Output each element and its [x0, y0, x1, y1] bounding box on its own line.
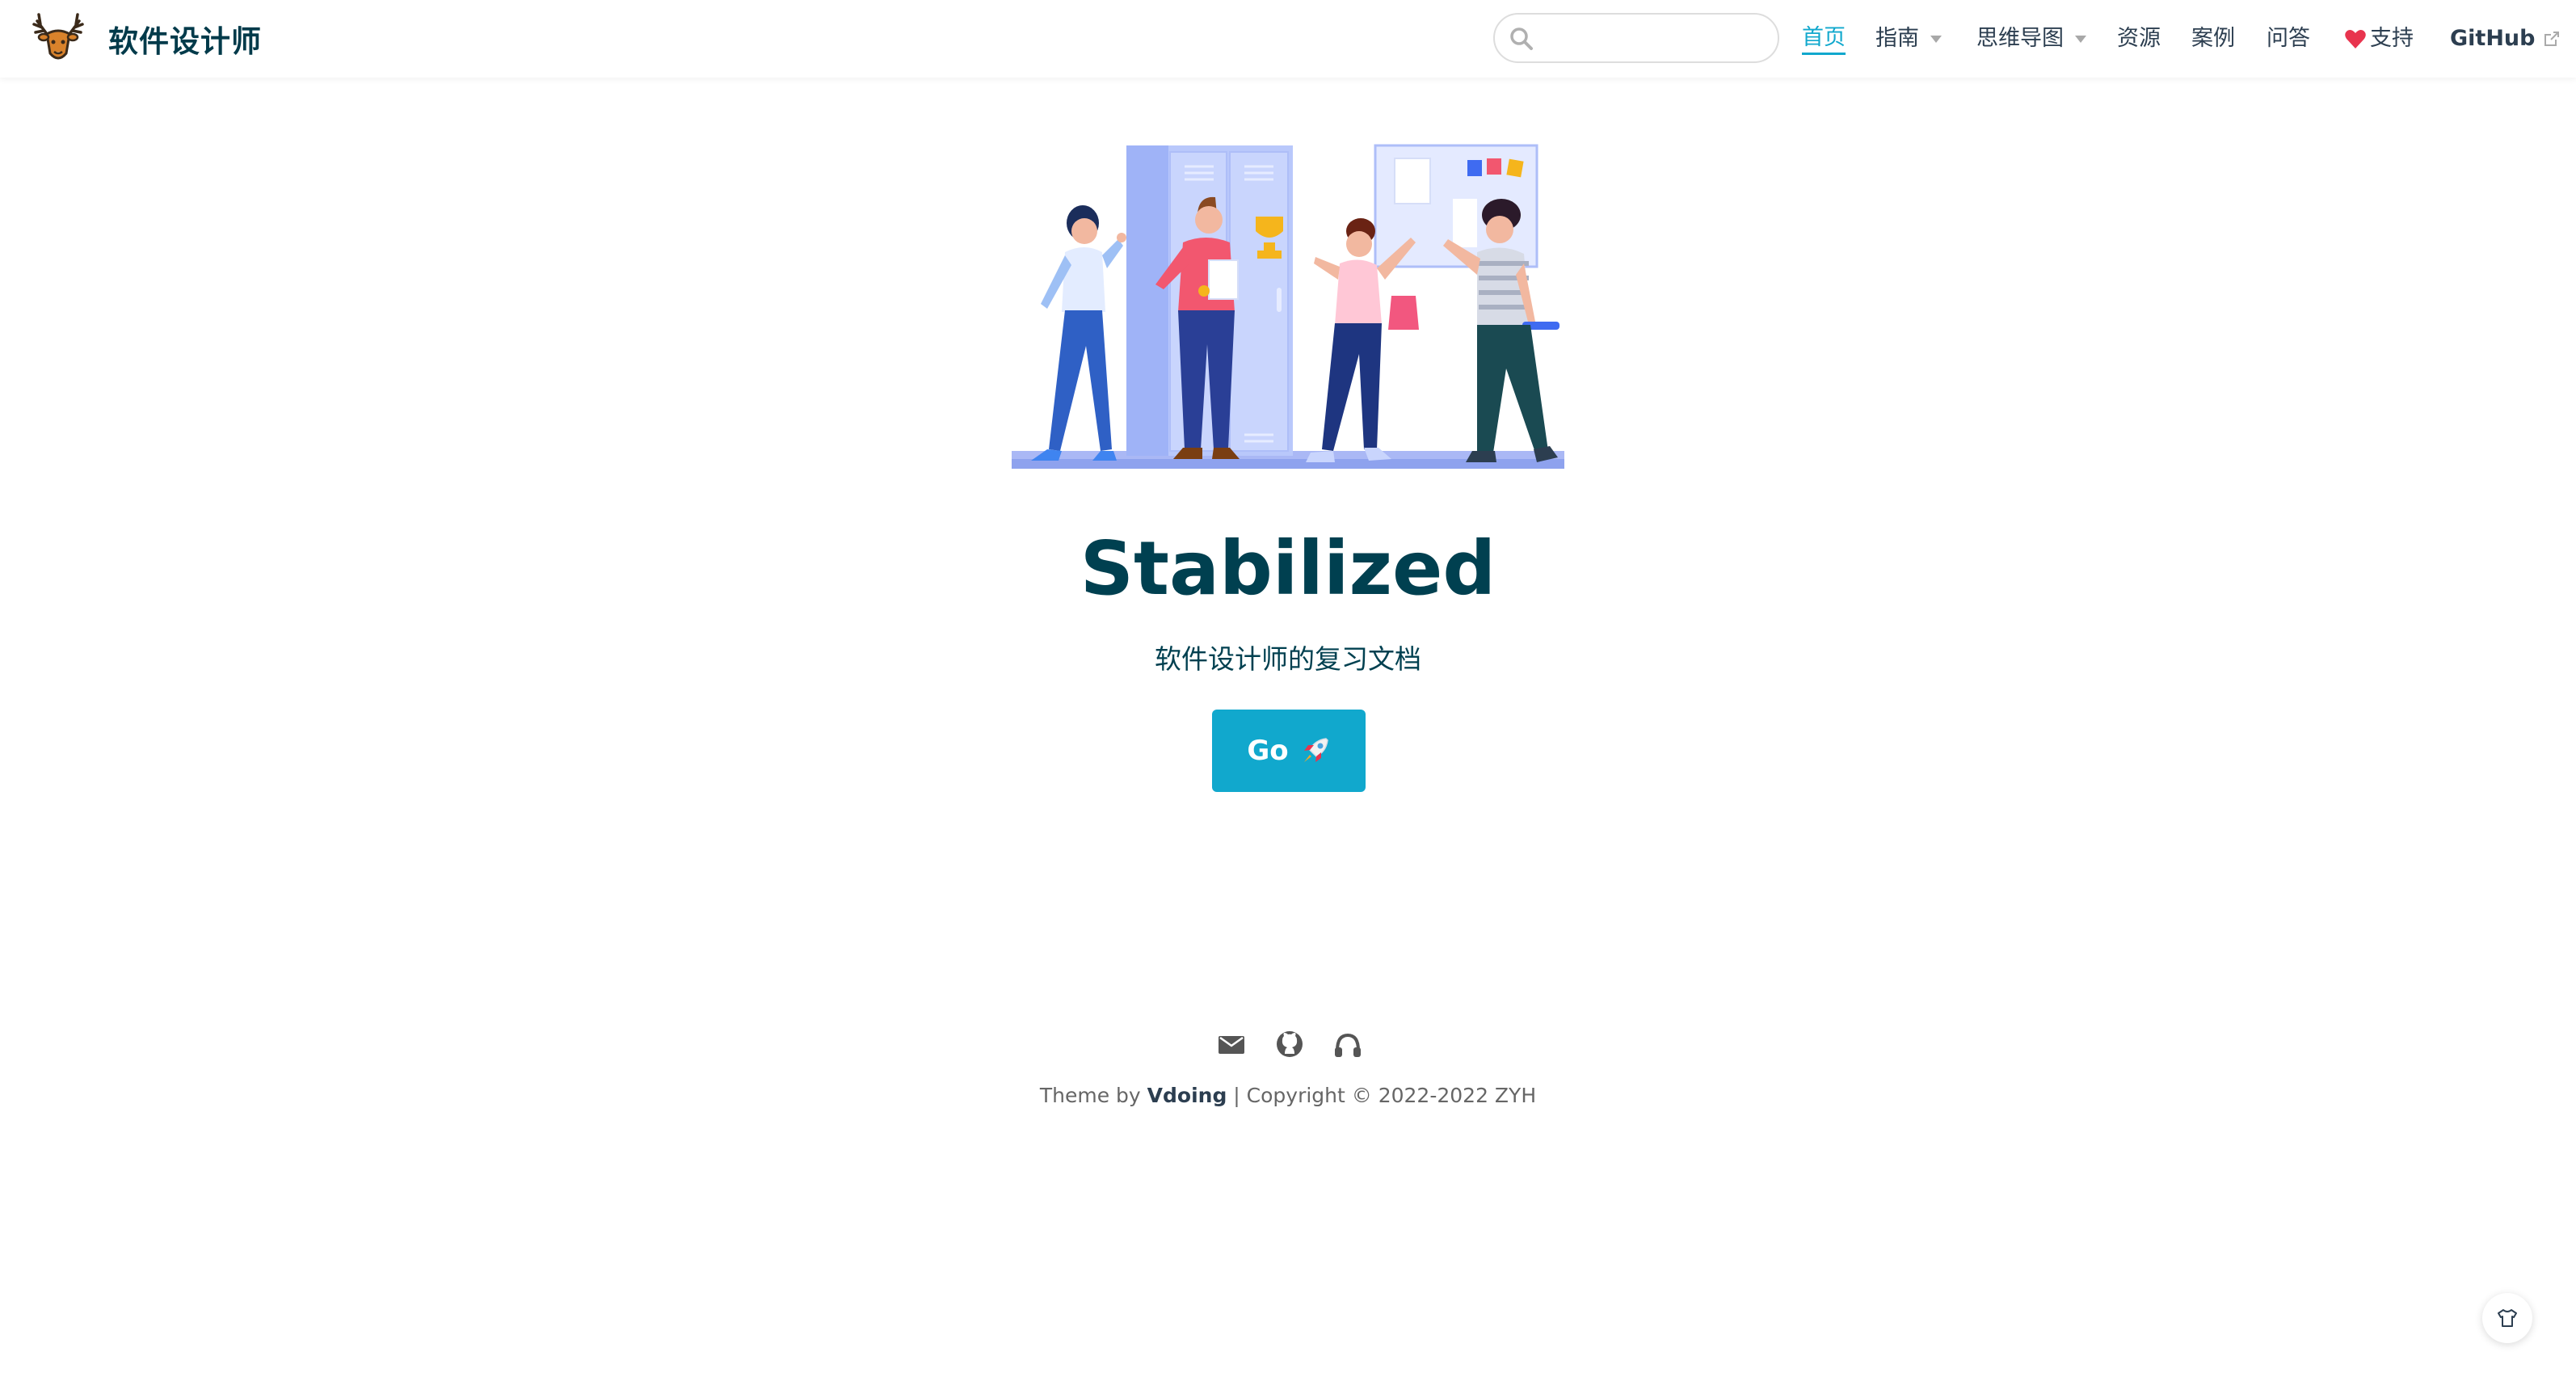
headphones-icon[interactable] [1332, 1028, 1364, 1060]
nav-item-cases[interactable]: 案例 [2191, 21, 2235, 57]
navbar: 软件设计师 首页 指南 思维导图 资源 案例 问答 支持 GitHub [0, 0, 2576, 78]
footer-copyright: Theme by Vdoing | Copyright © 2022-2022 … [0, 1080, 2576, 1112]
rocket-icon [1303, 738, 1328, 762]
footer-copyright-text: | Copyright © 2022-2022 ZYH [1233, 1084, 1537, 1107]
caret-down-icon [1930, 35, 1942, 43]
go-button-label: Go [1247, 735, 1289, 767]
site-title: 软件设计师 [108, 24, 262, 59]
footer-theme-prefix: Theme by [1039, 1084, 1141, 1107]
nav-item-label: 资源 [2117, 26, 2161, 51]
hero-illustration [1012, 144, 1564, 469]
nav-item-label: 支持 [2370, 26, 2414, 51]
github-icon[interactable] [1273, 1028, 1306, 1060]
mail-icon[interactable] [1215, 1028, 1248, 1060]
theme-shirt-icon [2498, 1309, 2517, 1327]
search-box[interactable] [1493, 13, 1779, 63]
heart-icon [2345, 30, 2366, 48]
nav-item-mindmap[interactable]: 思维导图 [1976, 21, 2086, 57]
brand-link[interactable]: 软件设计师 [29, 8, 262, 70]
search-icon [1510, 27, 1533, 50]
nav-item-guide[interactable]: 指南 [1875, 21, 1942, 57]
footer-social-icons [1212, 1028, 1366, 1064]
nav-item-resources[interactable]: 资源 [2117, 21, 2161, 57]
nav-item-label: 首页 [1802, 23, 1846, 55]
search-input[interactable] [1543, 21, 1770, 57]
hero-title: Stabilized [1080, 525, 1496, 612]
nav-item-home[interactable]: 首页 [1802, 21, 1846, 57]
nav-item-label: 问答 [2267, 26, 2310, 51]
nav-item-support[interactable]: 支持 [2344, 21, 2414, 57]
deer-logo-icon [32, 13, 84, 60]
theme-link[interactable]: Vdoing [1147, 1084, 1227, 1107]
theme-mode-button[interactable] [2482, 1293, 2532, 1343]
nav-item-github[interactable]: GitHub [2450, 21, 2561, 57]
nav-item-label: 指南 [1875, 26, 1919, 51]
nav-item-qa[interactable]: 问答 [2267, 21, 2310, 57]
nav-item-label: 思维导图 [1976, 26, 2064, 51]
external-link-icon [2544, 32, 2560, 46]
nav-item-label: GitHub [2450, 26, 2536, 51]
caret-down-icon [2075, 35, 2086, 43]
go-button[interactable]: Go [1212, 710, 1366, 792]
nav-item-label: 案例 [2191, 26, 2235, 51]
hero-subtitle: 软件设计师的复习文档 [1155, 643, 1421, 675]
